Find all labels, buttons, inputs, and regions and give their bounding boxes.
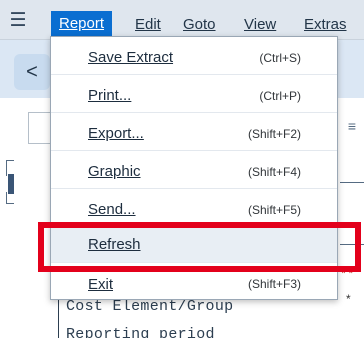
menu-item-export[interactable]: Export... (Shift+F2) <box>51 117 337 151</box>
section-marker-bar <box>8 174 14 194</box>
divider-line <box>340 182 364 183</box>
chevron-left-icon: < <box>26 60 38 83</box>
menu-item-label: Graphic <box>88 163 141 180</box>
menu-item-print[interactable]: Print... (Ctrl+P) <box>51 79 337 113</box>
menu-item-label: Exit <box>88 275 114 293</box>
menu-item-label: Save Extract <box>88 49 174 66</box>
menu-item-label: Export... <box>88 125 144 142</box>
menu-item-shortcut: (Ctrl+P) <box>259 88 301 103</box>
report-line-reporting-period: Reporting period <box>66 326 215 338</box>
menu-item-label: Send... <box>88 201 136 218</box>
menu-item-shortcut: (Shift+F4) <box>247 164 301 179</box>
report-star: * <box>346 292 351 306</box>
menu-item-shortcut: (Shift+F5) <box>247 202 301 217</box>
list-icon: ≡ <box>347 118 356 134</box>
section-marker-bottom <box>6 192 14 204</box>
hamburger-menu-icon[interactable]: ☰ <box>6 10 30 30</box>
menu-goto[interactable]: Goto <box>179 14 220 36</box>
menu-edit[interactable]: Edit <box>131 14 165 36</box>
menu-report[interactable]: Report <box>51 11 113 36</box>
menu-extras[interactable]: Extras <box>300 14 351 36</box>
menu-item-shortcut: (Ctrl+S) <box>259 50 301 65</box>
highlight-annotation-box <box>38 222 361 272</box>
menu-view[interactable]: View <box>240 14 280 36</box>
menu-item-shortcut: (Shift+F2) <box>247 126 301 141</box>
menu-item-save-extract[interactable]: Save Extract (Ctrl+S) <box>51 41 337 75</box>
menu-item-exit[interactable]: Exit (Shift+F3) <box>51 267 337 301</box>
menu-item-graphic[interactable]: Graphic (Shift+F4) <box>51 155 337 189</box>
menu-bar: ☰ Report Edit Goto View Extras <box>0 0 364 40</box>
menu-item-shortcut: (Shift+F3) <box>247 277 301 291</box>
menu-item-label: Print... <box>88 87 132 104</box>
back-button[interactable]: < <box>14 54 50 90</box>
